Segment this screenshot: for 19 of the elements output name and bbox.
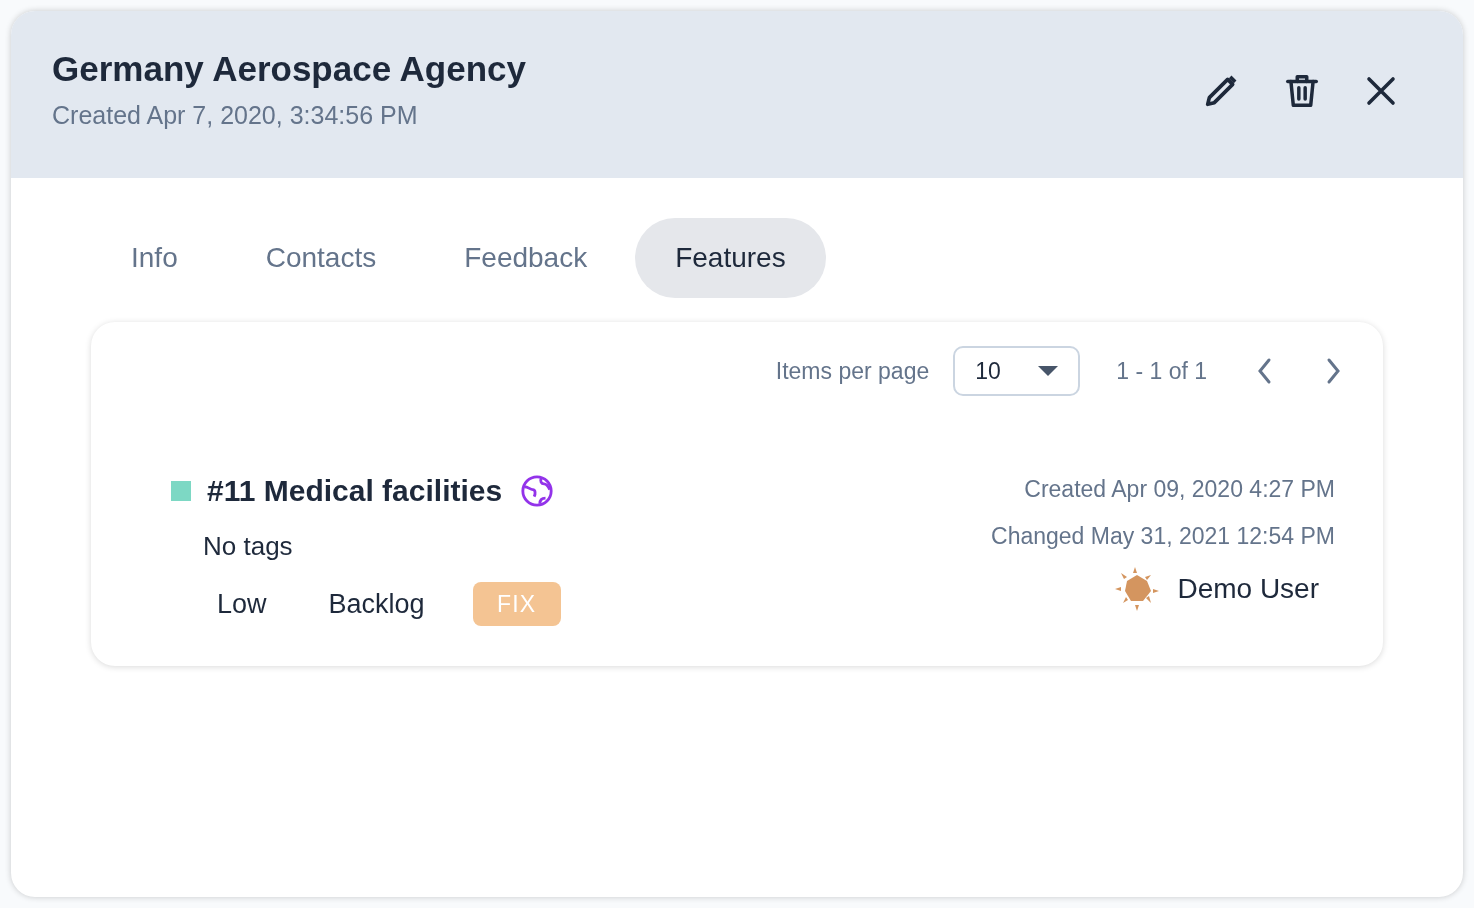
- dialog-title: Germany Aerospace Agency: [52, 47, 526, 90]
- tab[interactable]: Info: [91, 218, 218, 298]
- feature-title[interactable]: #11 Medical facilities: [207, 468, 503, 513]
- type-badge: FIX: [472, 582, 561, 626]
- created-date: Created Apr 09, 2020 4:27 PM: [1024, 475, 1335, 504]
- caret-icon: [1038, 366, 1059, 376]
- globe-icon: [520, 473, 555, 508]
- tab[interactable]: Features: [635, 218, 826, 298]
- items-per-page-label: Items per page: [775, 356, 930, 386]
- page-size-select[interactable]: 10: [953, 346, 1081, 396]
- tags-text: No tags: [203, 530, 294, 563]
- user-name: Demo User: [1177, 572, 1319, 606]
- status-text: Backlog: [328, 587, 425, 621]
- priority-text: Low: [217, 587, 267, 621]
- tab[interactable]: Feedback: [424, 218, 628, 298]
- tab[interactable]: Contacts: [225, 218, 417, 298]
- changed-date: Changed May 31, 2021 12:54 PM: [991, 521, 1335, 551]
- page-range: 1 - 1 of 1: [1116, 356, 1207, 386]
- created-date: Created Apr 7, 2020, 3:34:56 PM: [52, 99, 419, 131]
